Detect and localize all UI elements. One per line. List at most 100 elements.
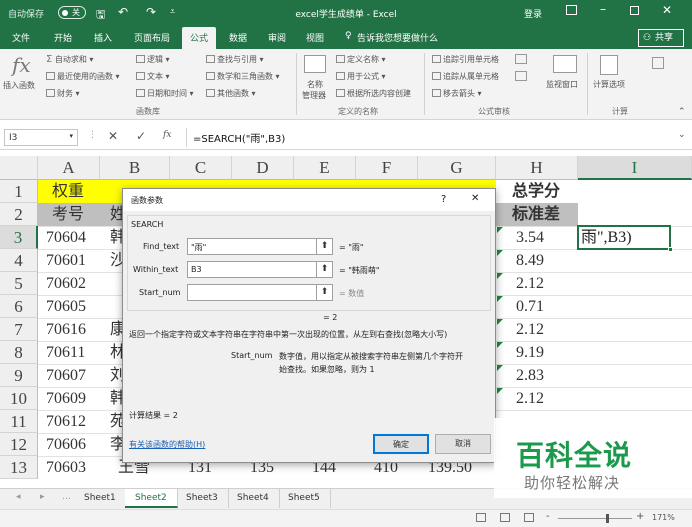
cell-h[interactable]: 2.12: [516, 387, 544, 410]
define-name-button[interactable]: 定义名称: [347, 55, 379, 64]
tab-formulas[interactable]: 公式: [182, 27, 217, 49]
dialog-titlebar[interactable]: 函数参数 ? ✕: [123, 189, 495, 211]
sheet-tab-4[interactable]: Sheet4: [227, 489, 280, 508]
tab-insert[interactable]: 插入: [94, 31, 112, 44]
insert-function-button[interactable]: 插入函数: [3, 80, 35, 91]
sheet-tab-1[interactable]: Sheet1: [74, 489, 127, 508]
fx-icon[interactable]: fx: [12, 53, 31, 77]
zoom-level[interactable]: 171%: [652, 513, 675, 522]
column-header[interactable]: F: [356, 156, 418, 180]
cell-a[interactable]: 70607: [46, 364, 86, 387]
chevron-down-icon[interactable]: ▾: [69, 132, 73, 140]
cell-a[interactable]: 70611: [46, 341, 85, 364]
column-header[interactable]: E: [294, 156, 356, 180]
financial-button[interactable]: 财务: [57, 89, 73, 98]
sheet-tab-5[interactable]: Sheet5: [278, 489, 331, 508]
text-button[interactable]: 文本: [147, 72, 163, 81]
zoom-out-button[interactable]: -: [546, 511, 550, 522]
ok-button[interactable]: 确定: [373, 434, 429, 454]
confirm-formula-icon[interactable]: ✓: [136, 129, 146, 143]
active-cell-i3[interactable]: 雨",B3): [577, 225, 673, 252]
row-header[interactable]: 8: [0, 341, 38, 364]
name-manager-label-2[interactable]: 管理器: [302, 90, 326, 101]
cell-a2[interactable]: 考号: [52, 203, 84, 226]
share-button[interactable]: ⚇ 共享: [638, 29, 684, 47]
row-header[interactable]: 12: [0, 433, 38, 456]
calc-now-icon[interactable]: [652, 57, 664, 69]
collapse-dialog-icon[interactable]: ⬆: [316, 261, 333, 278]
page-break-view-icon[interactable]: [524, 513, 534, 522]
cell-a[interactable]: 70606: [46, 433, 86, 456]
trace-dependents-button[interactable]: 追踪从属单元格: [443, 72, 499, 81]
ribbon-display-icon[interactable]: [566, 5, 577, 15]
collapse-ribbon-icon[interactable]: ⌃: [678, 107, 686, 117]
scroll-right-icon[interactable]: ▸: [40, 492, 45, 502]
tab-data[interactable]: 数据: [229, 31, 247, 44]
column-header[interactable]: A: [38, 156, 100, 180]
qat-customize-icon[interactable]: ⩡: [170, 7, 175, 17]
row-header[interactable]: 11: [0, 410, 38, 433]
name-box[interactable]: I3 ▾: [4, 129, 78, 146]
row-header[interactable]: 5: [0, 272, 38, 295]
column-header[interactable]: D: [232, 156, 294, 180]
cell-h[interactable]: 3.54: [516, 226, 544, 249]
cell-a1[interactable]: 权重: [52, 180, 84, 203]
maximize-icon[interactable]: [630, 6, 639, 15]
datetime-button[interactable]: 日期和时间: [147, 89, 187, 98]
cell-a[interactable]: 70609: [46, 387, 86, 410]
row-header[interactable]: 6: [0, 295, 38, 318]
cancel-button[interactable]: 取消: [435, 434, 491, 454]
tab-review[interactable]: 审阅: [268, 31, 286, 44]
row-header[interactable]: 13: [0, 456, 38, 479]
row-header[interactable]: 1: [0, 180, 38, 203]
tell-me-search[interactable]: 告诉我您想要做什么: [357, 31, 438, 44]
show-formulas-icon[interactable]: [515, 54, 527, 64]
row-header[interactable]: 10: [0, 387, 38, 410]
cell-h1[interactable]: 总学分: [512, 180, 560, 203]
select-all-corner[interactable]: [0, 156, 38, 180]
zoom-in-button[interactable]: +: [636, 511, 644, 522]
undo-icon[interactable]: ↶: [118, 5, 128, 19]
cell-a[interactable]: 70603: [46, 456, 86, 479]
function-help-link[interactable]: 有关该函数的帮助(H): [129, 439, 205, 450]
row-header-selected[interactable]: 3: [0, 226, 38, 249]
create-from-selection-button[interactable]: 根据所选内容创建: [347, 89, 411, 98]
sheet-tab-3[interactable]: Sheet3: [176, 489, 229, 508]
cell-h[interactable]: 0.71: [516, 295, 544, 318]
other-functions-button[interactable]: 其他函数: [217, 89, 249, 98]
row-header[interactable]: 9: [0, 364, 38, 387]
name-manager-label-1[interactable]: 名称: [307, 79, 323, 90]
cell-h[interactable]: 8.49: [516, 249, 544, 272]
lookup-button[interactable]: 查找与引用: [217, 55, 257, 64]
login-link[interactable]: 登录: [524, 7, 542, 20]
trace-precedents-button[interactable]: 追踪引用单元格: [443, 55, 499, 64]
cancel-formula-icon[interactable]: ✕: [108, 129, 118, 143]
tab-view[interactable]: 视图: [306, 31, 324, 44]
cell-h2[interactable]: 标准差: [512, 203, 560, 226]
remove-arrows-button[interactable]: 移去箭头: [443, 89, 475, 98]
math-button[interactable]: 数学和三角函数: [217, 72, 273, 81]
within-text-input[interactable]: B3: [187, 261, 317, 278]
redo-icon[interactable]: ↷: [146, 5, 156, 19]
column-header-selected[interactable]: I: [578, 156, 692, 180]
column-header[interactable]: B: [100, 156, 170, 180]
find-text-input[interactable]: "雨": [187, 238, 317, 255]
column-header[interactable]: G: [418, 156, 496, 180]
column-header[interactable]: H: [496, 156, 578, 180]
column-header[interactable]: C: [170, 156, 232, 180]
error-check-icon[interactable]: [515, 71, 527, 81]
autosum-button[interactable]: 自动求和: [55, 55, 87, 64]
cell-h[interactable]: 2.12: [516, 272, 544, 295]
collapse-dialog-icon[interactable]: ⬆: [316, 284, 333, 301]
watch-window-button[interactable]: 监视窗口: [546, 79, 578, 90]
scroll-left-icon[interactable]: ◂: [16, 492, 21, 502]
zoom-slider[interactable]: [558, 518, 632, 519]
formula-input[interactable]: =SEARCH("雨",B3): [193, 130, 285, 145]
minimize-icon[interactable]: –: [600, 2, 606, 16]
row-header[interactable]: 4: [0, 249, 38, 272]
cell-a[interactable]: 70612: [46, 410, 86, 433]
logical-button[interactable]: 逻辑: [147, 55, 163, 64]
cell-a[interactable]: 70601: [46, 249, 86, 272]
start-num-input[interactable]: [187, 284, 317, 301]
normal-view-icon[interactable]: [476, 513, 486, 522]
